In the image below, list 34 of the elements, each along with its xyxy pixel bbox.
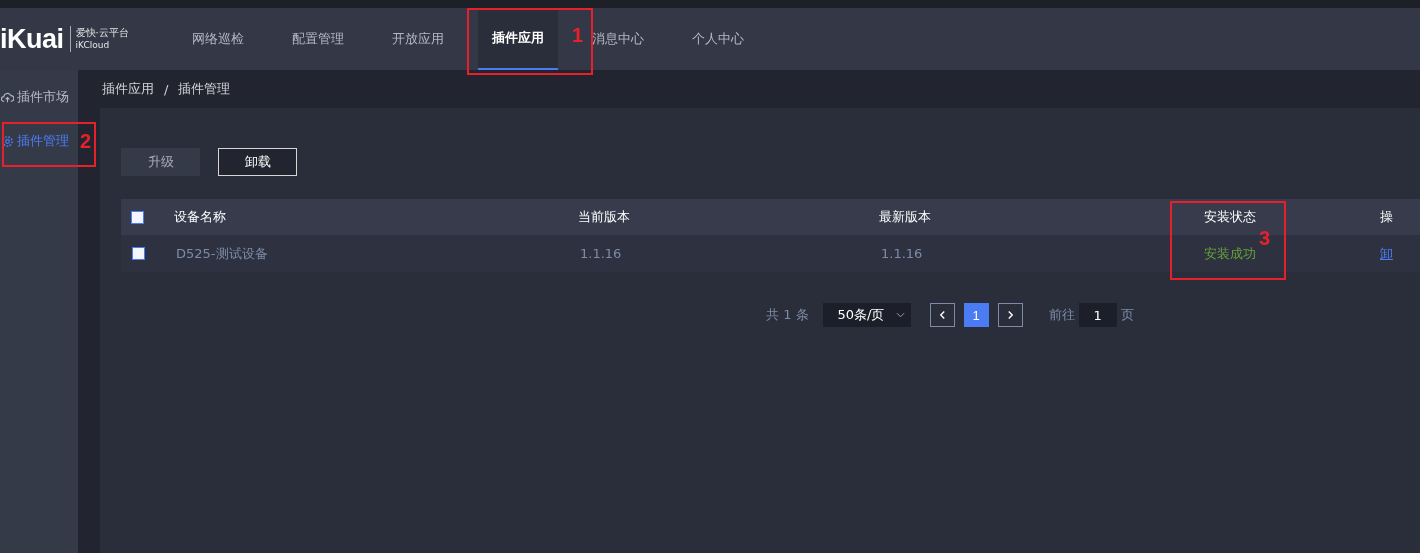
nav-tab[interactable]: 网络巡检 bbox=[192, 8, 244, 70]
annotation-number: 1 bbox=[572, 24, 584, 46]
column-header: 当前版本 bbox=[578, 209, 630, 224]
column-header: 设备名称 bbox=[174, 209, 226, 224]
nav-tab[interactable]: 插件应用 bbox=[478, 8, 558, 70]
nav-tab[interactable]: 个人中心 bbox=[692, 8, 744, 70]
page-number[interactable]: 1 bbox=[963, 303, 989, 327]
logo-wordmark: iKuai bbox=[0, 26, 71, 52]
goto-label: 前往 bbox=[1048, 306, 1075, 324]
logo-subtitle-en: iKCloud bbox=[75, 39, 111, 51]
nav-tab[interactable]: 开放应用 bbox=[392, 8, 444, 70]
sidebar-item[interactable]: 插件市场 bbox=[0, 86, 78, 108]
column-header: 操 bbox=[1380, 209, 1393, 224]
nav-tab[interactable]: 配置管理 bbox=[292, 8, 344, 70]
annotation-number: 3 bbox=[1259, 227, 1271, 249]
status-text: 安装成功 bbox=[1204, 245, 1256, 261]
column-header: 安装状态 bbox=[1204, 209, 1256, 224]
page-size-select[interactable]: 50条/页 bbox=[822, 303, 911, 327]
table-cell: 1.1.16 bbox=[881, 246, 923, 261]
breadcrumb-separator: / bbox=[164, 81, 169, 97]
column-header: 最新版本 bbox=[879, 209, 931, 224]
breadcrumb-item[interactable]: 插件管理 bbox=[178, 80, 231, 98]
upgrade-button[interactable]: 升级 bbox=[121, 148, 200, 176]
breadcrumb-item[interactable]: 插件应用 bbox=[102, 80, 154, 98]
page-input[interactable]: 1 bbox=[1078, 303, 1117, 327]
table-cell: D525-测试设备 bbox=[176, 245, 268, 261]
uninstall-button[interactable]: 卸载 bbox=[218, 148, 297, 176]
logo-subtitle: 爱快·云平台 bbox=[75, 27, 129, 39]
annotation-number: 2 bbox=[80, 130, 92, 152]
table-cell: 1.1.16 bbox=[580, 246, 622, 261]
page-suffix: 页 bbox=[1120, 306, 1134, 324]
uninstall-link[interactable]: 卸 bbox=[1380, 245, 1393, 261]
total-count: 共 1 条 bbox=[766, 306, 809, 324]
nav-tab[interactable]: 消息中心 bbox=[592, 8, 644, 70]
